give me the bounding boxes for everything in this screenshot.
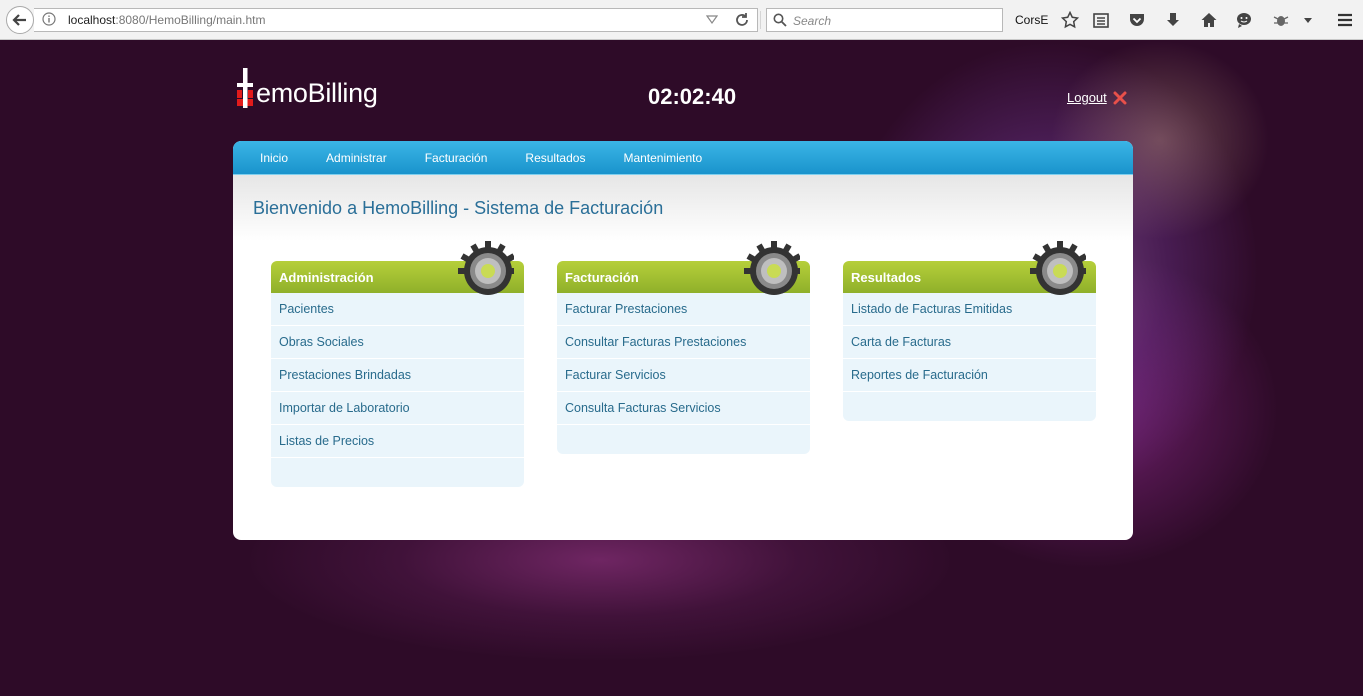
section-links: Pacientes Obras Sociales Prestaciones Br… bbox=[271, 293, 524, 487]
nav-facturacion[interactable]: Facturación bbox=[406, 151, 507, 165]
nav-inicio[interactable]: Inicio bbox=[241, 151, 307, 165]
gear-icon bbox=[1030, 241, 1086, 295]
url-dropdown-icon[interactable] bbox=[706, 15, 718, 25]
link-facturar-prestaciones[interactable]: Facturar Prestaciones bbox=[557, 293, 810, 326]
search-bar[interactable] bbox=[766, 8, 1003, 32]
back-button[interactable] bbox=[6, 6, 34, 34]
chevron-down-icon[interactable] bbox=[1298, 10, 1318, 30]
hello-chat-icon[interactable] bbox=[1234, 10, 1254, 30]
link-prestaciones-brindadas[interactable]: Prestaciones Brindadas bbox=[271, 359, 524, 392]
downloads-icon[interactable] bbox=[1163, 10, 1183, 30]
menu-hamburger-icon[interactable] bbox=[1335, 10, 1355, 30]
section-facturacion: Facturación Facturar Prestaciones Consul… bbox=[557, 241, 810, 454]
pocket-icon[interactable] bbox=[1127, 10, 1147, 30]
link-carta-facturas[interactable]: Carta de Facturas bbox=[843, 326, 1096, 359]
link-pacientes[interactable]: Pacientes bbox=[271, 293, 524, 326]
nav-administrar[interactable]: Administrar bbox=[307, 151, 406, 165]
main-nav: Inicio Administrar Facturación Resultado… bbox=[233, 141, 1133, 175]
section-title: Administración bbox=[279, 270, 374, 285]
link-listas-precios[interactable]: Listas de Precios bbox=[271, 425, 524, 458]
section-header: Resultados bbox=[843, 241, 1096, 295]
nav-mantenimiento[interactable]: Mantenimiento bbox=[604, 151, 721, 165]
bookmark-star-icon[interactable] bbox=[1060, 10, 1080, 30]
gear-icon bbox=[744, 241, 800, 295]
link-importar-laboratorio[interactable]: Importar de Laboratorio bbox=[271, 392, 524, 425]
logout-link[interactable]: Logout bbox=[1067, 90, 1127, 105]
section-header: Facturación bbox=[557, 241, 810, 295]
section-administracion: Administración Pacientes Obras Sociales … bbox=[271, 241, 524, 487]
url-separator bbox=[760, 11, 761, 29]
hemobilling-logo: emoBilling bbox=[237, 64, 378, 108]
section-title: Resultados bbox=[851, 270, 922, 285]
link-facturar-servicios[interactable]: Facturar Servicios bbox=[557, 359, 810, 392]
section-links: Listado de Facturas Emitidas Carta de Fa… bbox=[843, 293, 1096, 421]
search-icon bbox=[773, 13, 787, 27]
section-title: Facturación bbox=[565, 270, 639, 285]
section-links: Facturar Prestaciones Consultar Facturas… bbox=[557, 293, 810, 454]
link-listado-facturas-emitidas[interactable]: Listado de Facturas Emitidas bbox=[843, 293, 1096, 326]
search-input[interactable] bbox=[791, 12, 995, 30]
home-icon[interactable] bbox=[1199, 10, 1219, 30]
clock: 02:02:40 bbox=[648, 84, 737, 109]
welcome-band: Bienvenido a HemoBilling - Sistema de Fa… bbox=[233, 175, 1133, 241]
back-arrow-icon bbox=[12, 14, 26, 26]
corse-extension-label[interactable]: CorsE bbox=[1015, 13, 1048, 27]
info-icon[interactable] bbox=[42, 12, 56, 26]
section-header: Administración bbox=[271, 241, 524, 295]
extension-bug-icon[interactable] bbox=[1271, 10, 1291, 30]
link-obras-sociales[interactable]: Obras Sociales bbox=[271, 326, 524, 359]
section-footer bbox=[557, 425, 810, 454]
browser-toolbar: localhost:8080/HemoBilling/main.htm Cors… bbox=[0, 0, 1363, 40]
link-reportes-facturacion[interactable]: Reportes de Facturación bbox=[843, 359, 1096, 392]
url-text: localhost:8080/HemoBilling/main.htm bbox=[68, 13, 266, 27]
section-footer bbox=[843, 392, 1096, 421]
section-footer bbox=[271, 458, 524, 487]
gear-icon bbox=[458, 241, 514, 295]
reload-icon[interactable] bbox=[734, 12, 750, 28]
nav-resultados[interactable]: Resultados bbox=[506, 151, 604, 165]
link-consulta-facturas-servicios[interactable]: Consulta Facturas Servicios bbox=[557, 392, 810, 425]
logout-label[interactable]: Logout bbox=[1067, 90, 1107, 105]
url-bar[interactable]: localhost:8080/HemoBilling/main.htm bbox=[34, 8, 761, 32]
close-icon[interactable] bbox=[1113, 91, 1127, 105]
logo-mark-icon bbox=[237, 68, 253, 108]
link-consultar-facturas-prestaciones[interactable]: Consultar Facturas Prestaciones bbox=[557, 326, 810, 359]
logo-text: emoBilling bbox=[256, 78, 378, 108]
reading-list-icon[interactable] bbox=[1091, 10, 1111, 30]
main-panel: Inicio Administrar Facturación Resultado… bbox=[233, 141, 1133, 540]
page-title: Bienvenido a HemoBilling - Sistema de Fa… bbox=[253, 198, 664, 218]
section-resultados: Resultados Listado de Facturas Emitidas … bbox=[843, 241, 1096, 421]
